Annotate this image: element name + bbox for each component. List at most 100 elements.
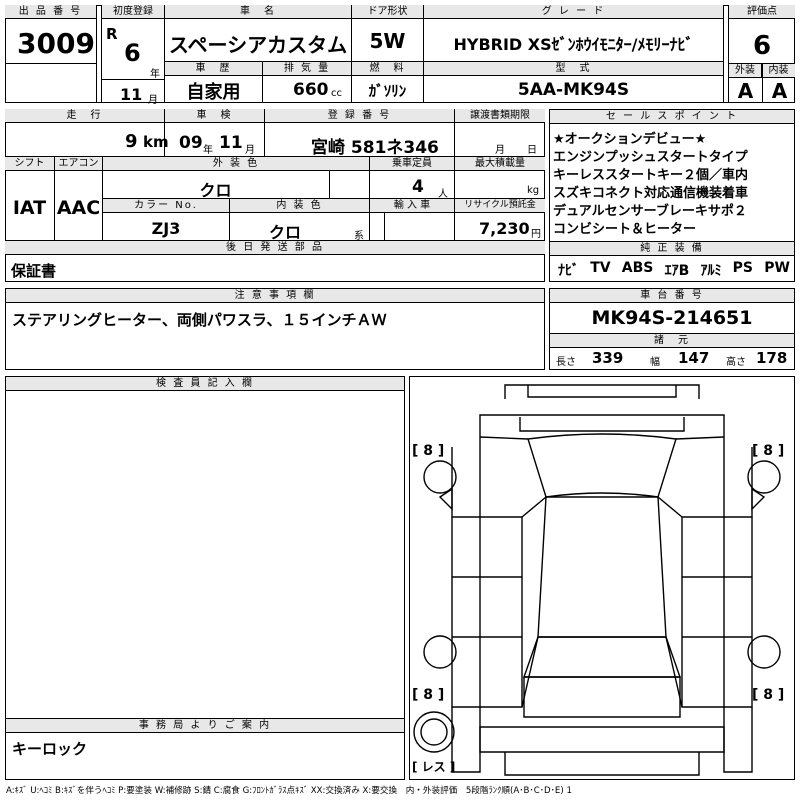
lot-label: 出 品 番 号 <box>5 5 96 19</box>
sales-point-line: キーレススタートキー２個／車内 <box>553 168 749 183</box>
inspection-cell: 車 検 09 年 11 月 <box>165 109 265 157</box>
recycle-value: 7,230 <box>479 219 530 238</box>
office-section: 事 務 局 よ り ご 案 内 キーロック <box>5 719 405 780</box>
displacement-value: 660 <box>293 80 329 100</box>
length-label: 長さ <box>556 357 576 368</box>
transfer-day-unit: 日 <box>527 145 537 156</box>
history-label: 車 歴 <box>165 62 262 76</box>
registration-year: 6 <box>124 39 141 67</box>
score-value: 6 <box>752 31 772 61</box>
transfer-month-unit: 月 <box>495 145 505 156</box>
displacement-unit: cc <box>331 88 342 99</box>
exterior-color-value: クロ <box>199 181 232 200</box>
car-diagram: [ 8 ] [ 8 ] [ 8 ] [ 8 ] [ レス ] <box>412 384 784 776</box>
exterior-color-cell: 外 装 色 クロ <box>103 157 370 200</box>
chassis-section: 車 台 番 号 MK94S-214651 諸 元 長さ 339 幅 147 高さ… <box>549 288 795 370</box>
max-load-label: 最大積載量 <box>455 157 545 171</box>
lot-cell: 出 品 番 号 3009 <box>5 5 97 103</box>
fuel-value: ｶﾞｿﾘﾝ <box>368 82 407 100</box>
spare-tire: [ レス ] <box>412 760 455 774</box>
mileage-value: 9 <box>125 131 138 152</box>
plate-value: 宮崎 581ネ346 <box>311 138 439 158</box>
score-cell: 評価点 6 外装 内装 A A <box>728 5 795 103</box>
tire-rear-left: [ 8 ] <box>412 687 444 703</box>
chassis-label: 車 台 番 号 <box>550 289 794 303</box>
office-label: 事 務 局 よ り ご 案 内 <box>6 719 404 733</box>
history-cell: 車 歴 自家用 <box>165 62 263 103</box>
era-mark: R <box>106 25 118 43</box>
capacity-value: 4 <box>412 177 424 197</box>
sales-points-section: セ ー ル ス ポ イ ン ト ★オークションデビュー★ エンジンプッシュスター… <box>549 109 795 282</box>
max-load-cell: 最大積載量 kg <box>455 157 545 199</box>
exterior-color-label: 外 装 色 <box>103 157 369 171</box>
displacement-cell: 排 気 量 660 cc <box>263 62 352 103</box>
mileage-label: 走 行 <box>5 109 164 123</box>
sales-point-line: エンジンプッシュスタートタイプ <box>553 150 748 165</box>
sales-point-line: デュアルセンサーブレーキサポ２ <box>553 204 747 219</box>
aircon-value: AAC <box>56 197 101 219</box>
capacity-unit: 人 <box>438 189 448 200</box>
grade-label: グ レ ー ド <box>424 5 723 19</box>
interior-grade-value: A <box>771 79 788 103</box>
plate-label: 登 録 番 号 <box>265 109 454 123</box>
inspection-year: 09 <box>179 133 203 153</box>
legend-text: A:ｷｽﾞ U:ﾍｺﾐ B:ｷｽﾞを伴うﾍｺﾐ P:要塗装 W:補修跡 S:錆 … <box>6 786 572 796</box>
later-parts-cell: 後 日 発 送 部 品 保証書 <box>5 241 545 282</box>
inspector-section: 検 査 員 記 入 欄 <box>5 376 405 719</box>
door-type: 5W <box>369 29 406 53</box>
color-number-cell: カラー No. ZJ3 <box>103 199 230 241</box>
inspection-year-unit: 年 <box>203 145 213 156</box>
capacity-label: 乗車定員 <box>370 157 454 171</box>
inspection-month: 11 <box>219 133 243 153</box>
sales-point-line: スズキコネクト対応通信機装着車 <box>553 186 749 201</box>
interior-color-value: クロ <box>268 223 301 242</box>
inspector-label: 検 査 員 記 入 欄 <box>6 377 404 391</box>
inspection-month-unit: 月 <box>245 145 255 156</box>
interior-color-label: 内 装 色 <box>230 199 369 213</box>
exterior-grade-label: 外装 <box>729 64 762 78</box>
recycle-unit: 円 <box>531 229 541 240</box>
notes-section: 注 意 事 項 欄 ステアリングヒーター、両側パワスラ、１５インチＡＷ <box>5 288 545 370</box>
notes-label: 注 意 事 項 欄 <box>6 289 544 303</box>
dimensions-label: 諸 元 <box>550 333 794 348</box>
shift-label: シフト <box>5 157 54 171</box>
car-name-cell: 車 名 スペーシアカスタム <box>165 5 352 62</box>
transfer-cell: 譲渡書類期限 月 日 <box>455 109 545 157</box>
sales-point-line: ★オークションデビュー★ <box>553 132 707 147</box>
displacement-label: 排 気 量 <box>263 62 351 76</box>
door-cell: ドア形状 5W <box>352 5 424 62</box>
length-value: 339 <box>592 349 624 367</box>
door-label: ドア形状 <box>352 5 423 19</box>
tire-front-left: [ 8 ] <box>412 443 444 459</box>
transfer-label: 譲渡書類期限 <box>455 109 545 123</box>
height-value: 178 <box>756 349 788 367</box>
car-diagram-section: [ 8 ] [ 8 ] [ 8 ] [ 8 ] [ レス ] <box>409 376 795 780</box>
width-label: 幅 <box>650 357 660 368</box>
interior-color-cell: 内 装 色 クロ 系 <box>230 199 370 242</box>
shift-value: IAT <box>12 197 47 219</box>
max-load-unit: kg <box>527 185 540 196</box>
plate-cell: 登 録 番 号 宮崎 581ネ346 <box>265 109 455 158</box>
equipment-abs: ABS <box>621 260 654 276</box>
equipment-ps: PS <box>732 260 754 276</box>
color-number-value: ZJ3 <box>151 219 181 238</box>
later-parts-label: 後 日 発 送 部 品 <box>5 241 545 255</box>
model-label: 型 式 <box>424 62 723 76</box>
car-name-label: 車 名 <box>165 5 351 19</box>
model-cell: 型 式 5AA-MK94S <box>424 62 724 103</box>
fuel-cell: 燃 料 ｶﾞｿﾘﾝ <box>352 62 424 103</box>
month-unit: 月 <box>148 95 158 106</box>
aircon-label: エアコン <box>55 157 102 171</box>
equipment-alloy: ｱﾙﾐ <box>700 263 722 279</box>
chassis-number: MK94S-214651 <box>591 307 753 329</box>
recycle-cell: リサイクル預託金 7,230 円 <box>455 199 545 241</box>
equipment-airbag: ｴｱB <box>664 263 690 279</box>
sales-points-label: セ ー ル ス ポ イ ン ト <box>550 110 794 124</box>
height-label: 高さ <box>726 357 746 368</box>
import-cell: 輸 入 車 <box>370 199 455 241</box>
capacity-cell: 乗車定員 4 人 <box>370 157 455 200</box>
first-registration-cell: 初度登録 R 6 年 11 月 <box>101 5 165 106</box>
car-name: スペーシアカスタム <box>168 33 348 57</box>
interior-grade-label: 内装 <box>762 64 795 78</box>
first-registration-label: 初度登録 <box>102 5 164 19</box>
